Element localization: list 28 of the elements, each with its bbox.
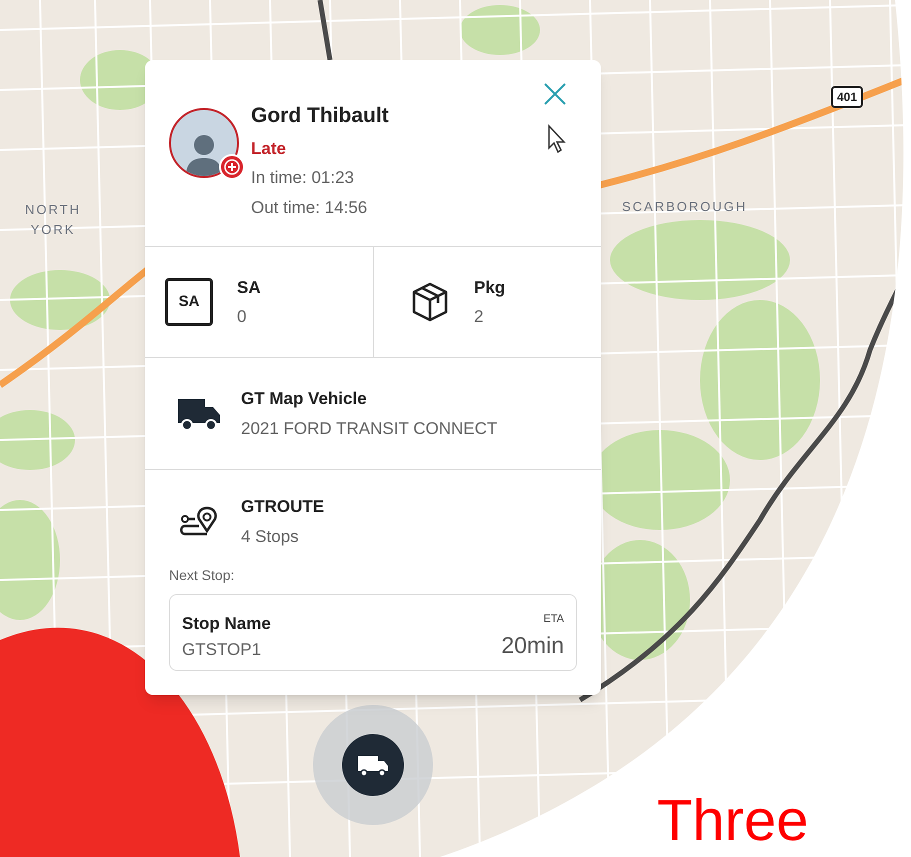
mouse-pointer-icon: [547, 124, 567, 154]
district-label: SCARBOROUGH: [622, 198, 748, 216]
highway-shield: 401: [831, 86, 864, 108]
stop-title: Stop Name: [182, 613, 271, 635]
plus-badge-icon: [219, 154, 245, 180]
stat-value: 0: [237, 306, 248, 328]
in-time-text: In time: 01:23: [251, 167, 356, 189]
stat-value: 2: [474, 306, 484, 328]
headline: Three: [657, 792, 809, 850]
vehicle-name: GT Map Vehicle: [241, 388, 368, 410]
package-box-icon: [410, 281, 450, 323]
stat-label: SA: [237, 276, 261, 298]
status-text: Late: [251, 138, 287, 160]
eta-label: ETA: [543, 612, 564, 627]
eta-value: 20min: [501, 630, 564, 660]
next-stop-label: Next Stop:: [169, 566, 236, 585]
route-name: GTROUTE: [241, 496, 324, 518]
vehicle-model: 2021 FORD TRANSIT CONNECT: [241, 418, 498, 440]
stop-name: GTSTOP1: [182, 638, 262, 660]
truck-icon: [357, 753, 389, 777]
stat-label: Pkg: [474, 276, 506, 299]
driver-name: Gord Thibault: [251, 103, 389, 129]
truck-icon: [177, 396, 221, 430]
close-icon: [543, 82, 567, 106]
district-label: NORTH YORK: [24, 201, 82, 238]
sa-icon: SA: [165, 278, 213, 326]
route-stops: 4 Stops: [241, 526, 300, 548]
out-time-text: Out time: 14:56: [251, 196, 368, 218]
